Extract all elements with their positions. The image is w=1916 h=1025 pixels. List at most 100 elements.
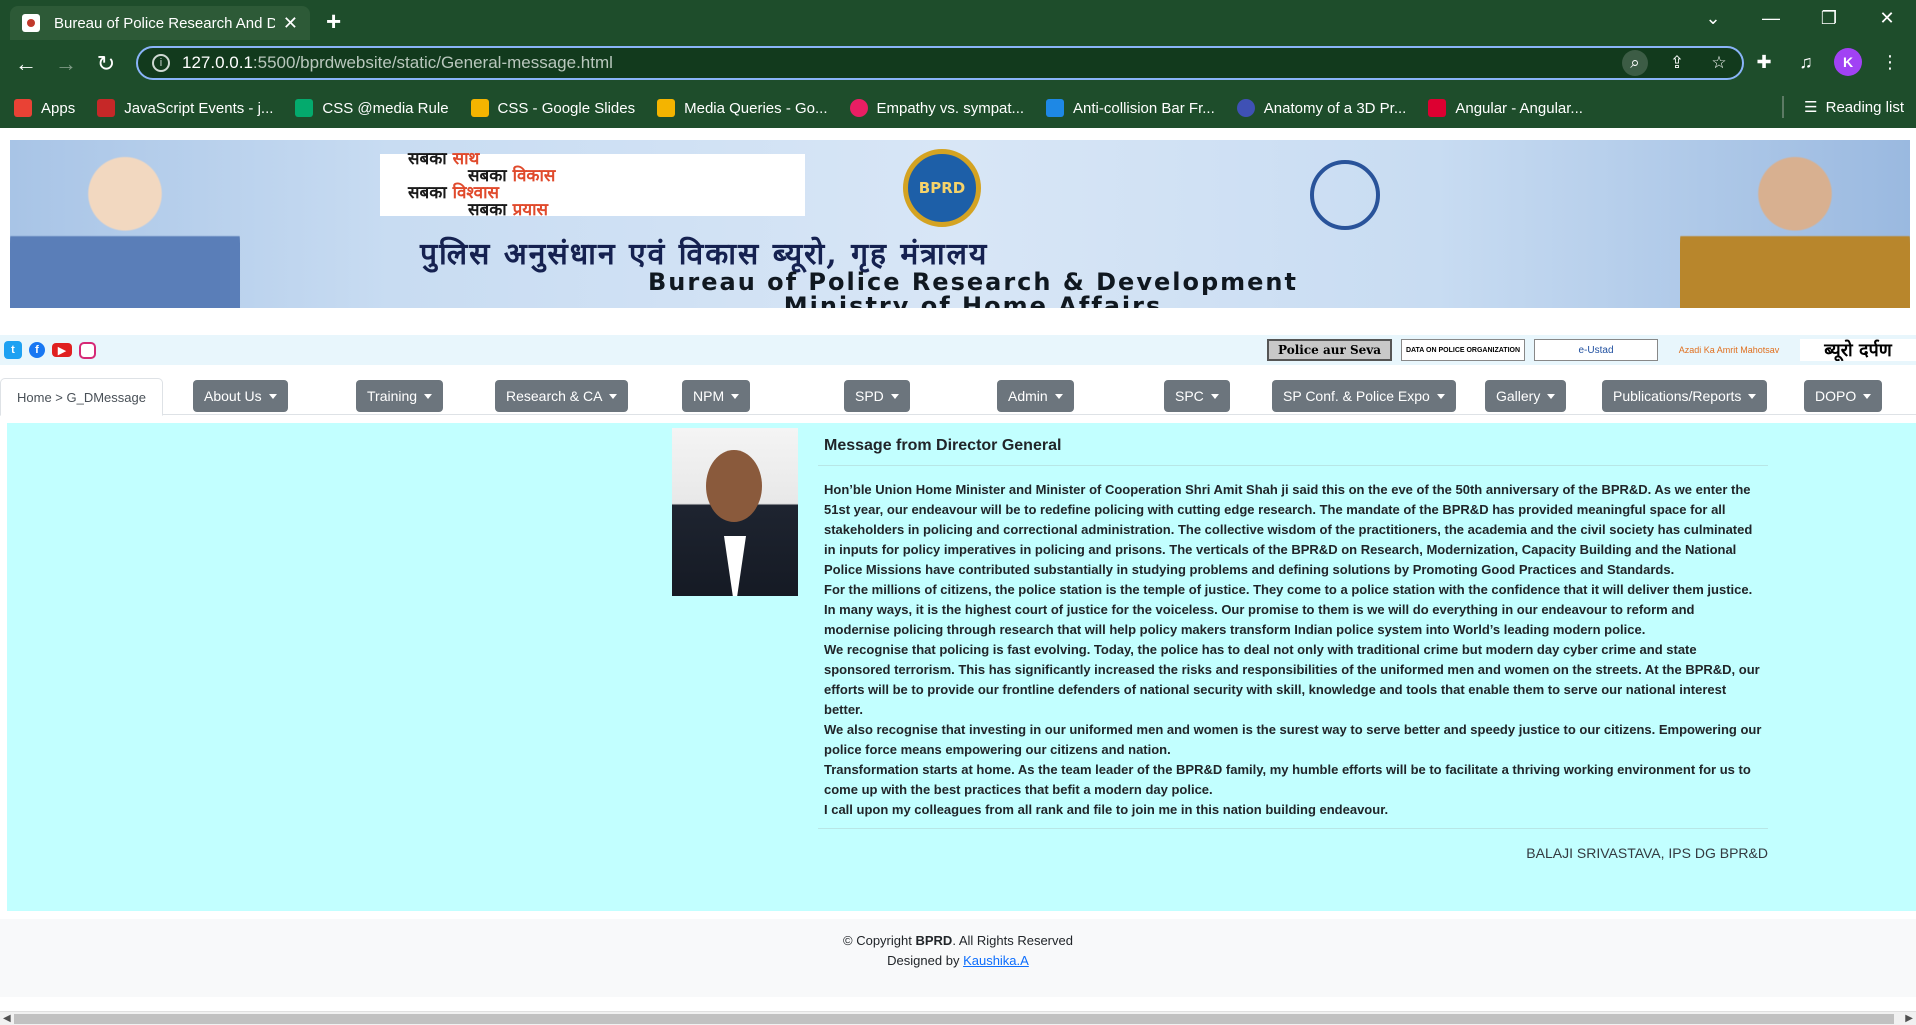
scrollbar-thumb[interactable] [14, 1014, 1894, 1024]
designer-link[interactable]: Kaushika.A [963, 953, 1029, 968]
reload-icon[interactable]: ↻ [86, 44, 126, 84]
media-control-icon[interactable]: ♫ [1792, 48, 1820, 76]
site-info-icon[interactable]: i [152, 54, 170, 72]
bookmark-favicon-icon [849, 99, 868, 117]
caret-down-icon [1210, 393, 1219, 399]
profile-avatar[interactable]: K [1834, 48, 1862, 76]
nav-about-us[interactable]: About Us [193, 380, 288, 412]
nav-npm[interactable]: NPM [682, 380, 751, 412]
reading-list-button[interactable]: ☰ Reading list [1782, 96, 1904, 118]
bookmark-item[interactable]: CSS @media Rule [295, 99, 449, 117]
browser-chrome: Bureau of Police Research And Developmen… [0, 0, 1916, 128]
bookmark-item[interactable]: Angular - Angular... [1428, 99, 1583, 117]
zoom-icon[interactable]: ⌕ [1622, 50, 1648, 76]
address-bar[interactable]: i 127.0.0.1:5500/bprdwebsite/static/Gene… [136, 46, 1744, 80]
url-path: :5500/bprdwebsite/static/General-message… [252, 53, 613, 72]
bookmark-favicon-icon [295, 99, 314, 117]
bookmark-item[interactable]: Anti-collision Bar Fr... [1046, 99, 1215, 117]
nav-gallery[interactable]: Gallery [1485, 380, 1567, 412]
chrome-menu-icon[interactable]: ⋮ [1876, 48, 1904, 76]
bookmark-favicon-icon [470, 99, 489, 117]
page-viewport: सबका साथ सबका विकास सबका विश्वास सबका प्… [0, 128, 1916, 1025]
caret-down-icon [890, 393, 899, 399]
message-section: Message from Director General Hon’ble Un… [7, 423, 1916, 911]
breadcrumb[interactable]: Home > G_DMessage [0, 378, 163, 416]
caret-down-icon [731, 393, 740, 399]
azadi-link[interactable]: Azadi Ka Amrit Mahotsav [1667, 339, 1791, 361]
ashoka-chakra-icon [1310, 160, 1380, 230]
nav-training[interactable]: Training [356, 380, 444, 412]
message-paragraph: We also recognise that investing in our … [824, 722, 1762, 757]
forward-icon[interactable]: → [46, 44, 86, 84]
data-on-police-link[interactable]: DATA ON POLICE ORGANIZATION [1401, 339, 1525, 361]
reading-list-icon: ☰ [1804, 99, 1818, 116]
copyright-line: © Copyright BPRD. All Rights Reserved [843, 933, 1073, 948]
tab-title: Bureau of Police Research And Developmen… [54, 14, 275, 32]
caret-down-icon [609, 393, 618, 399]
message-body: Hon’ble Union Home Minister and Minister… [818, 466, 1768, 829]
bookmark-item[interactable]: Media Queries - Go... [657, 99, 828, 117]
browser-tab[interactable]: Bureau of Police Research And Developmen… [10, 6, 310, 40]
director-general-photo [672, 428, 798, 596]
close-window-icon[interactable]: ✕ [1858, 0, 1916, 36]
extensions-icon[interactable]: ✚ [1750, 48, 1778, 76]
message-card: Message from Director General Hon’ble Un… [818, 431, 1768, 861]
bookmark-favicon-icon [97, 99, 116, 117]
apps-grid-icon [14, 99, 32, 117]
caret-down-icon [1863, 393, 1872, 399]
caret-down-icon [424, 393, 433, 399]
dg-photo-face [706, 450, 762, 522]
message-paragraph: For the millions of citizens, the police… [824, 582, 1753, 637]
scroll-left-icon[interactable]: ◀ [3, 1013, 11, 1024]
bookmark-star-icon[interactable]: ☆ [1706, 50, 1732, 76]
back-icon[interactable]: ← [6, 44, 46, 84]
new-tab-icon[interactable]: + [326, 6, 341, 37]
bookmark-item[interactable]: Empathy vs. sympat... [849, 99, 1024, 117]
nav-admin[interactable]: Admin [997, 380, 1074, 412]
police-aur-seva-link[interactable]: Police aur Seva [1267, 339, 1392, 361]
restore-icon[interactable]: ❐ [1800, 0, 1858, 36]
bookmark-apps[interactable]: Apps [14, 99, 75, 117]
english-title-line-1: Bureau of Police Research & Development [648, 268, 1298, 296]
bookmark-favicon-icon [1428, 99, 1447, 117]
window-controls: ⌄ — ❐ ✕ [1684, 0, 1916, 36]
instagram-icon[interactable] [79, 341, 96, 359]
main-navbar: Home > G_DMessage About Us Training Rese… [0, 375, 1916, 416]
e-ustad-link[interactable]: e-Ustad [1534, 339, 1658, 361]
close-tab-icon[interactable]: ✕ [283, 13, 298, 34]
banner-portrait-right [1680, 144, 1910, 308]
youtube-icon[interactable]: ▶ [52, 343, 72, 357]
nav-sp-conf[interactable]: SP Conf. & Police Expo [1272, 380, 1456, 412]
horizontal-scrollbar[interactable]: ◀ ▶ [0, 1011, 1916, 1025]
tab-search-icon[interactable]: ⌄ [1684, 0, 1742, 36]
bookmark-favicon-icon [657, 99, 676, 117]
nav-spc[interactable]: SPC [1164, 380, 1230, 412]
designer-line: Designed by Kaushika.A [887, 953, 1029, 968]
minimize-icon[interactable]: — [1742, 0, 1800, 36]
facebook-icon[interactable]: f [29, 342, 45, 358]
message-paragraph: We recognise that policing is fast evolv… [824, 642, 1760, 717]
caret-down-icon [1547, 393, 1556, 399]
bookmark-item[interactable]: Anatomy of a 3D Pr... [1236, 99, 1406, 117]
message-paragraph: Transformation starts at home. As the te… [824, 762, 1751, 797]
bookmark-item[interactable]: CSS - Google Slides [470, 99, 635, 117]
scroll-right-icon[interactable]: ▶ [1905, 1013, 1913, 1024]
slogan-line: सबका विश्वास [408, 183, 500, 203]
bureau-darpan-link[interactable]: ब्यूरो दर्पण [1800, 339, 1916, 361]
message-paragraph: I call upon my colleagues from all rank … [824, 802, 1389, 817]
nav-dopo[interactable]: DOPO [1804, 380, 1883, 412]
bookmark-favicon-icon [1046, 99, 1065, 117]
message-title: Message from Director General [818, 431, 1768, 466]
site-favicon-icon [22, 14, 40, 32]
nav-spd[interactable]: SPD [844, 380, 910, 412]
bookmarks-bar: Apps JavaScript Events - j... CSS @media… [0, 88, 1916, 128]
share-icon[interactable]: ⇪ [1664, 50, 1690, 76]
social-bar: t f ▶ Police aur Seva DATA ON POLICE ORG… [0, 335, 1916, 365]
caret-down-icon [268, 393, 277, 399]
message-paragraph: Hon’ble Union Home Minister and Minister… [824, 482, 1753, 577]
bookmark-item[interactable]: JavaScript Events - j... [97, 99, 273, 117]
caret-down-icon [1054, 393, 1063, 399]
nav-research[interactable]: Research & CA [495, 380, 629, 412]
twitter-icon[interactable]: t [4, 341, 22, 359]
nav-publications[interactable]: Publications/Reports [1602, 380, 1768, 412]
